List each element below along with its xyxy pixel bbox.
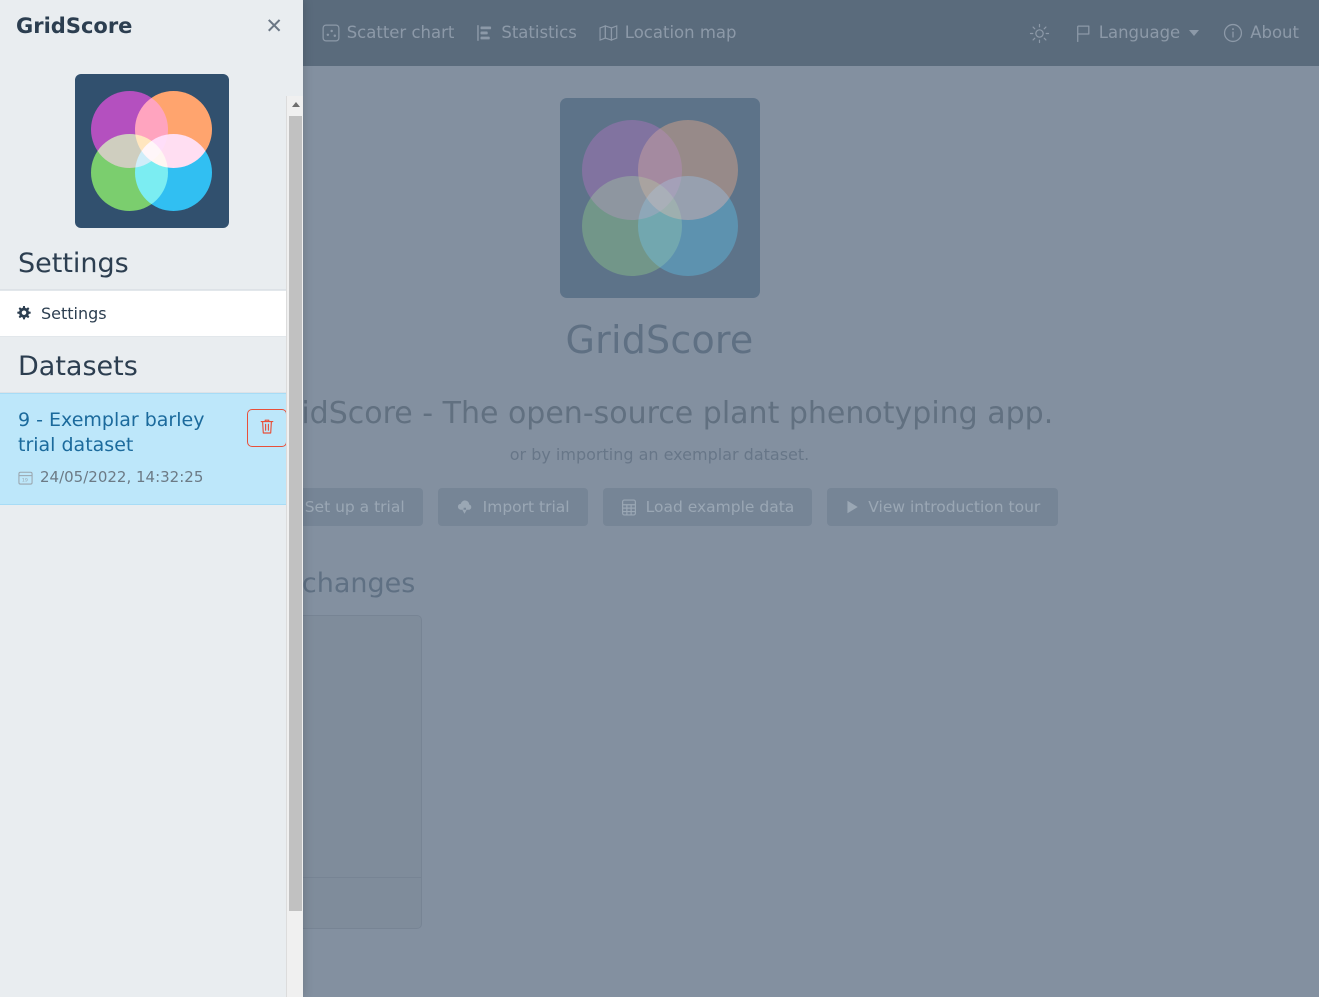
dataset-row: 9 - Exemplar barley trial dataset bbox=[18, 408, 287, 458]
sidebar-logo-container bbox=[0, 52, 303, 234]
svg-text:19: 19 bbox=[22, 477, 28, 483]
dataset-date-label: 24/05/2022, 14:32:25 bbox=[40, 468, 204, 487]
scrollbar-thumb[interactable] bbox=[289, 116, 302, 911]
settings-heading: Settings bbox=[18, 248, 129, 279]
gridscore-logo-icon bbox=[74, 74, 229, 228]
offcanvas-header: GridScore ✕ bbox=[0, 0, 303, 52]
delete-dataset-button[interactable] bbox=[247, 409, 287, 447]
dataset-date: 19 24/05/2022, 14:32:25 bbox=[18, 468, 287, 486]
datasets-list: 9 - Exemplar barley trial dataset 19 24/… bbox=[0, 392, 303, 506]
logo-circle-blue bbox=[134, 134, 212, 212]
calendar-icon: 19 bbox=[18, 470, 33, 485]
gear-icon bbox=[16, 305, 32, 322]
sidebar-scrollbar[interactable] bbox=[286, 96, 303, 997]
offcanvas-sidebar: GridScore ✕ Settings Settings Datasets 9… bbox=[0, 0, 303, 997]
dataset-name: 9 - Exemplar barley trial dataset bbox=[18, 409, 205, 457]
scroll-up-arrow-icon[interactable] bbox=[287, 96, 303, 113]
settings-list: Settings bbox=[0, 289, 303, 337]
sidebar-item-settings[interactable]: Settings bbox=[0, 290, 303, 337]
sidebar-item-settings-label: Settings bbox=[41, 304, 107, 323]
offcanvas-body: Settings Settings Datasets 9 - Exemplar … bbox=[0, 52, 303, 997]
datasets-heading: Datasets bbox=[18, 351, 138, 382]
trash-icon bbox=[259, 418, 275, 438]
close-icon[interactable]: ✕ bbox=[259, 14, 289, 39]
offcanvas-title: GridScore bbox=[16, 14, 133, 38]
list-item[interactable]: 9 - Exemplar barley trial dataset 19 24/… bbox=[0, 393, 303, 506]
